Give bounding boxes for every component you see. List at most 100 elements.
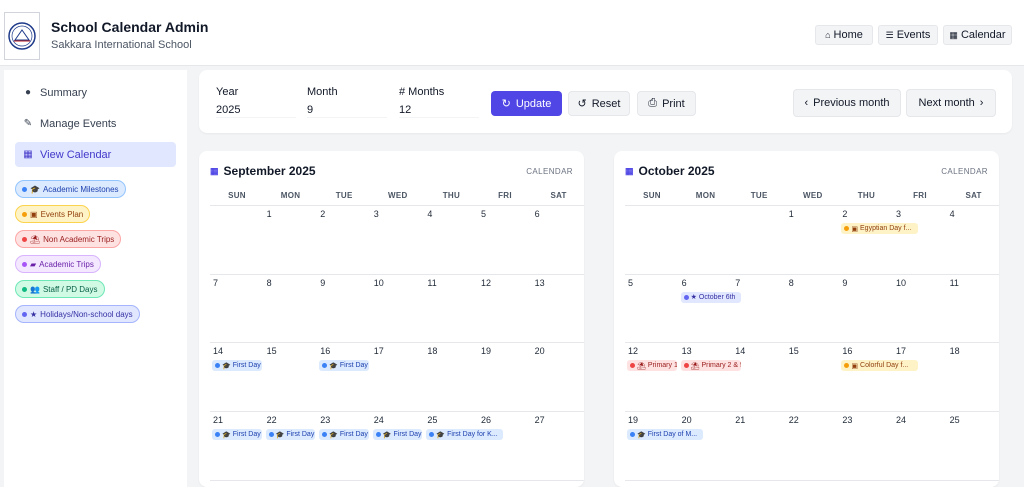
day-number[interactable]: 11 — [950, 278, 959, 288]
calendar-event[interactable]: 🎓First Day of O... — [319, 360, 369, 372]
day-number[interactable]: 3 — [896, 209, 901, 219]
day-number[interactable]: 25 — [950, 415, 960, 425]
day-number[interactable]: 2 — [320, 209, 325, 219]
legend-item[interactable]: 🎓 Academic Milestones — [15, 180, 126, 198]
calendar-event[interactable]: ★ October 6th — [680, 291, 741, 303]
day-number[interactable]: 12 — [628, 346, 638, 356]
day-number[interactable]: 21 — [213, 415, 223, 425]
day-number[interactable]: 25 — [427, 415, 437, 425]
day-number[interactable]: 7 — [213, 278, 218, 288]
weekday-header: WED — [388, 191, 408, 200]
update-label: Update — [515, 97, 552, 110]
next-month-button[interactable]: Next month › — [906, 89, 996, 117]
month-title: ▦ October 2025 — [625, 164, 715, 178]
update-button[interactable]: ↻ Update — [491, 91, 562, 116]
day-number[interactable]: 18 — [427, 346, 437, 356]
print-button[interactable]: ⎙ Print — [637, 91, 696, 116]
day-number[interactable]: 20 — [682, 415, 692, 425]
event-title: First Day — [232, 431, 261, 439]
day-number[interactable]: 6 — [535, 209, 540, 219]
day-number[interactable]: 14 — [213, 346, 223, 356]
day-number[interactable]: 3 — [374, 209, 379, 219]
calendar-event[interactable]: 🎓 First Day — [265, 429, 316, 441]
day-number[interactable]: 5 — [628, 278, 633, 288]
day-number[interactable]: 4 — [950, 209, 955, 219]
day-number[interactable]: 1 — [789, 209, 794, 219]
day-number[interactable]: 6 — [682, 278, 687, 288]
day-number[interactable]: 23 — [842, 415, 852, 425]
day-number[interactable]: 10 — [374, 278, 384, 288]
calendar-event[interactable]: 🎓 First Day — [212, 429, 262, 441]
day-number[interactable]: 8 — [789, 278, 794, 288]
day-number[interactable]: 9 — [842, 278, 847, 288]
legend-item[interactable]: ▣ Events Plan — [15, 205, 91, 223]
day-number[interactable]: 11 — [427, 278, 436, 288]
month-calendar-october: ▦ October 2025 CALENDAR SUN MON TUE WED THU F… — [614, 151, 999, 487]
day-number[interactable]: 20 — [535, 346, 545, 356]
calendar-event[interactable]: ⛱ Primary 2 & 5 — [680, 360, 741, 372]
day-number[interactable]: 1 — [267, 209, 272, 219]
month-title-text: October 2025 — [638, 164, 715, 178]
day-number[interactable]: 13 — [535, 278, 545, 288]
day-number[interactable]: 4 — [427, 209, 432, 219]
legend-icon: ★ — [30, 309, 38, 319]
reset-button[interactable]: ↺ Reset — [568, 91, 630, 116]
day-number[interactable]: 15 — [789, 346, 799, 356]
day-number[interactable]: 5 — [481, 209, 486, 219]
calendar-event[interactable]: 🎓 First Day — [372, 429, 423, 441]
day-number[interactable]: 22 — [267, 415, 277, 425]
day-number[interactable]: 24 — [896, 415, 906, 425]
day-number[interactable]: 9 — [320, 278, 325, 288]
calendar-event[interactable]: 🎓First Day of Te... — [212, 360, 262, 372]
calendar-event[interactable]: 🎓 First Day for K... — [426, 429, 503, 441]
divider — [210, 273, 584, 275]
legend-item[interactable]: ★ Holidays/Non-school days — [15, 305, 140, 323]
calendar-icon: ▦ — [23, 149, 33, 160]
calendar-event[interactable]: ▣ Colorful Day f... — [841, 360, 918, 372]
calendar-event[interactable]: 🎓 First Day — [319, 429, 369, 441]
calendar-button[interactable]: ▦ Calendar — [943, 25, 1012, 45]
months-count-input[interactable] — [399, 102, 479, 118]
home-button[interactable]: ⌂ Home — [815, 25, 873, 45]
day-number[interactable]: 10 — [896, 278, 906, 288]
events-button[interactable]: ☰ Events — [878, 25, 938, 45]
day-number[interactable]: 14 — [735, 346, 745, 356]
year-input[interactable] — [216, 102, 296, 118]
day-number[interactable]: 2 — [842, 209, 847, 219]
event-dot — [683, 294, 689, 300]
day-number[interactable]: 7 — [735, 278, 740, 288]
legend-item[interactable]: 👥 Staff / PD Days — [15, 280, 105, 298]
previous-month-button[interactable]: ‹ Previous month — [793, 89, 901, 117]
month-input[interactable] — [307, 102, 387, 118]
calendar-event[interactable]: ▣ Egyptian Day f... — [841, 223, 918, 234]
day-number[interactable]: 18 — [950, 346, 960, 356]
day-number[interactable]: 16 — [320, 346, 330, 356]
day-number[interactable]: 24 — [374, 415, 384, 425]
day-number[interactable]: 23 — [320, 415, 330, 425]
legend-item[interactable]: ▰ Academic Trips — [15, 255, 101, 273]
day-number[interactable]: 12 — [481, 278, 491, 288]
day-number[interactable]: 13 — [682, 346, 692, 356]
day-number[interactable]: 15 — [267, 346, 277, 356]
sidebar-item-summary[interactable]: ● Summary — [15, 80, 176, 105]
calendar-event[interactable]: ⛱ Primary 1 — [627, 360, 677, 372]
day-number[interactable]: 27 — [535, 415, 545, 425]
day-number[interactable]: 19 — [628, 415, 638, 425]
month-title: ▦ September 2025 — [210, 164, 316, 178]
day-number[interactable]: 17 — [374, 346, 384, 356]
legend-item[interactable]: ⛱ Non Academic Trips — [15, 230, 122, 248]
weekday-header: THU — [857, 191, 876, 200]
event-icon: ★ — [690, 294, 697, 302]
day-number[interactable]: 8 — [267, 278, 272, 288]
day-number[interactable]: 26 — [481, 415, 491, 425]
app-header: School Calendar Admin Sakkara Internatio… — [0, 0, 1024, 66]
calendar-tag: CALENDAR — [941, 167, 988, 176]
day-number[interactable]: 16 — [842, 346, 852, 356]
calendar-event[interactable]: 🎓 First Day of M... — [627, 429, 704, 441]
day-number[interactable]: 22 — [789, 415, 799, 425]
day-number[interactable]: 21 — [735, 415, 745, 425]
day-number[interactable]: 19 — [481, 346, 491, 356]
sidebar-item-manage-events[interactable]: ✎ Manage Events — [15, 111, 176, 136]
sidebar-item-view-calendar[interactable]: ▦ View Calendar — [15, 142, 176, 167]
day-number[interactable]: 17 — [896, 346, 906, 356]
